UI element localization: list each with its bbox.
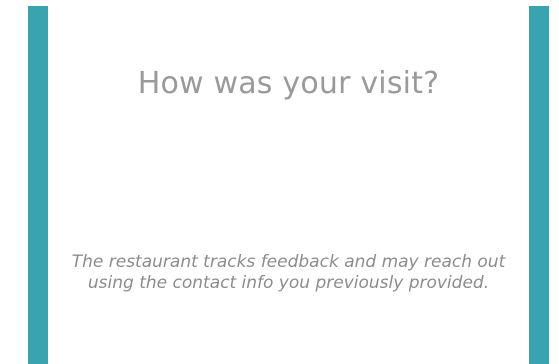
feedback-title: How was your visit?: [137, 66, 440, 101]
left-accent-bar: [28, 6, 48, 364]
feedback-card: How was your visit? The restaurant track…: [48, 0, 529, 364]
feedback-screen: How was your visit? The restaurant track…: [0, 0, 559, 364]
right-accent-bar: [529, 6, 549, 364]
feedback-notice: The restaurant tracks feedback and may r…: [71, 252, 506, 293]
